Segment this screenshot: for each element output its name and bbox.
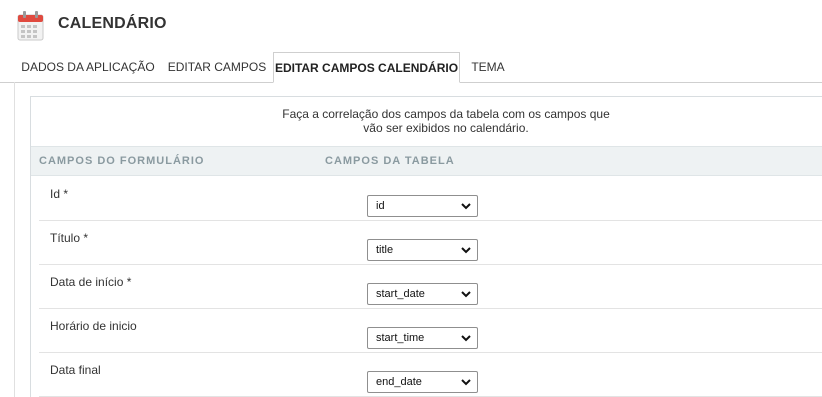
table-field-select[interactable]: start_date [367, 283, 478, 305]
mapping-row: Data de início * start_date [39, 265, 822, 309]
mapping-row: Data final end_date [39, 353, 822, 397]
field-label: Id * [50, 187, 69, 201]
select-value: id [376, 200, 385, 212]
intro-line-2: vão ser exibidos no calendário. [363, 121, 529, 135]
field-label: Título * [50, 231, 89, 245]
field-label: Data de início * [50, 275, 132, 289]
tab-dados-da-aplicacao[interactable]: DADOS DA APLICAÇÃO [17, 52, 159, 83]
chevron-down-icon [461, 335, 471, 342]
mapping-row: Título * title [39, 221, 822, 265]
table-field-select[interactable]: title [367, 239, 478, 261]
tab-tema[interactable]: TEMA [462, 52, 514, 83]
app-header: CALENDÁRIO [0, 0, 822, 50]
chevron-down-icon [461, 247, 471, 254]
select-value: title [376, 244, 394, 256]
calendar-icon [17, 11, 44, 41]
column-table-fields: CAMPOS DA TABELA [325, 155, 455, 167]
field-mapping-panel: Faça a correlação dos campos da tabela c… [30, 96, 822, 397]
mapping-row: Id * id [39, 177, 822, 221]
chevron-down-icon [461, 203, 471, 210]
tab-editar-campos-calendario[interactable]: EDITAR CAMPOS CALENDÁRIO [273, 52, 460, 83]
select-value: end_date [376, 376, 422, 388]
intro-text: Faça a correlação dos campos da tabela c… [31, 107, 822, 135]
select-value: start_date [376, 288, 425, 300]
tab-bar: DADOS DA APLICAÇÃO EDITAR CAMPOS EDITAR … [0, 52, 822, 83]
intro-line-1: Faça a correlação dos campos da tabela c… [282, 107, 610, 121]
column-header: CAMPOS DO FORMULÁRIO CAMPOS DA TABELA [31, 146, 822, 176]
tab-editar-campos[interactable]: EDITAR CAMPOS [162, 52, 272, 83]
chevron-down-icon [461, 291, 471, 298]
column-form-fields: CAMPOS DO FORMULÁRIO [39, 155, 205, 167]
select-value: start_time [376, 332, 425, 344]
field-label: Data final [50, 363, 101, 377]
table-field-select[interactable]: end_date [367, 371, 478, 393]
table-field-select[interactable]: start_time [367, 327, 478, 349]
tab-content: Faça a correlação dos campos da tabela c… [14, 82, 822, 397]
table-field-select[interactable]: id [367, 195, 478, 217]
page-title: CALENDÁRIO [58, 15, 167, 32]
field-label: Horário de inicio [50, 319, 137, 333]
mapping-row: Horário de inicio start_time [39, 309, 822, 353]
chevron-down-icon [461, 379, 471, 386]
